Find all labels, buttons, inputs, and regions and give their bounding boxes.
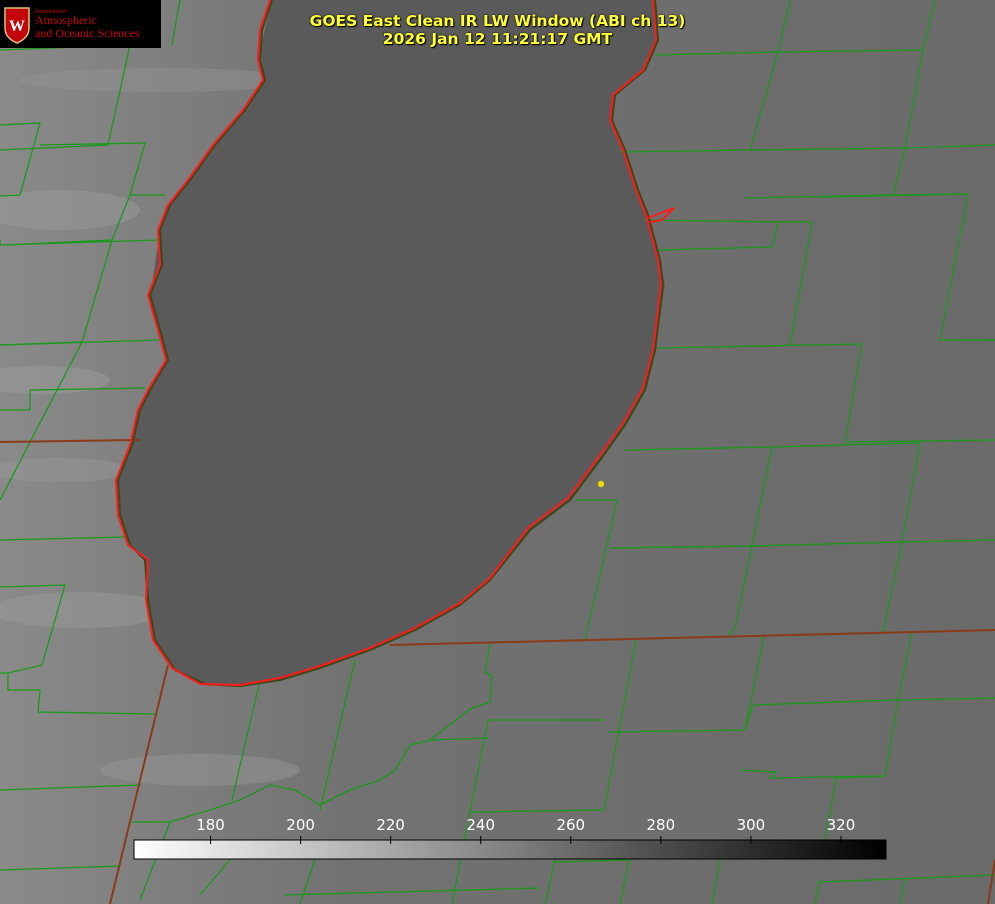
- image-title: GOES East Clean IR LW Window (ABI ch 13): [309, 12, 686, 30]
- colorbar-tick-label: 200: [286, 816, 315, 834]
- location-marker: [597, 480, 605, 488]
- satellite-map: [0, 0, 995, 904]
- image-timestamp: 2026 Jan 12 11:21:17 GMT: [382, 30, 613, 48]
- colorbar-tick-label: 260: [556, 816, 586, 834]
- colorbar-tick-label: 320: [826, 816, 856, 834]
- colorbar-tick-label: 240: [466, 816, 496, 834]
- colorbar-tick-label: 220: [376, 816, 405, 834]
- colorbar-tick-label: 180: [196, 816, 225, 834]
- colorbar-tick-label: 280: [646, 816, 676, 834]
- colorbar-tick-label: 300: [736, 816, 766, 834]
- colorbar: [133, 839, 887, 860]
